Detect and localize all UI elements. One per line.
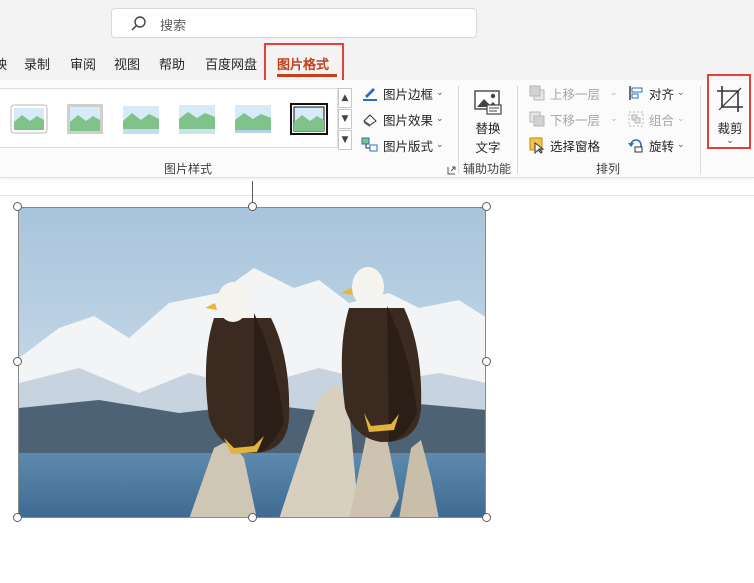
tab-insert[interactable]: 映 [0,54,7,73]
resize-handle-bottom[interactable] [248,513,257,522]
align-icon [629,86,643,100]
resize-handle-left[interactable] [13,357,22,366]
tab-record[interactable]: 录制 [24,54,50,73]
alt-text-button[interactable]: 替换 文字 [466,88,510,156]
chevron-down-icon: ⌄ [677,88,685,98]
picture-border-label: 图片边框 [383,86,434,102]
picture-border-icon [363,88,377,101]
selection-pane-icon [529,137,545,154]
bring-forward-label: 上移一层 [550,86,601,102]
rotate-icon [628,139,643,153]
gallery-scroll-down[interactable]: ▼ [338,109,352,129]
group-separator [700,86,701,174]
align-button[interactable]: 对齐 ⌄ [627,82,685,104]
gallery-scroll-up[interactable]: ▲ [338,88,352,108]
rotate-button[interactable]: 旋转 ⌄ [627,134,685,156]
tab-review[interactable]: 审阅 [70,54,96,73]
group-objects-label: 组合 [649,112,675,128]
alt-text-label-line1: 替换 [475,121,501,136]
group-separator [458,86,459,174]
picture-style-thumb-3[interactable] [122,103,160,135]
picture-effects-label: 图片效果 [383,112,434,128]
picture-style-thumb-2[interactable] [66,103,104,135]
selected-picture-eagles[interactable] [18,207,486,518]
picture-effects-icon [363,114,377,127]
eagles-photo [19,208,485,517]
group-separator [517,86,518,174]
align-label: 对齐 [649,86,675,102]
picture-style-thumb-6[interactable] [290,103,328,135]
picture-layout-button[interactable]: 图片版式 ⌄ [361,134,444,156]
alt-text-icon [474,90,502,115]
picture-styles-gallery [0,88,338,148]
chevron-down-icon: ⌄ [677,140,685,150]
tab-view[interactable]: 视图 [114,54,140,73]
group-objects-button[interactable]: 组合 ⌄ [627,108,685,130]
resize-handle-top-right[interactable] [482,202,491,211]
ribbon-tabs: 映 录制 审阅 视图 帮助 百度网盘 图片格式 [0,46,754,80]
gallery-expand[interactable]: ▼ [338,130,352,150]
tab-help[interactable]: 帮助 [159,54,185,73]
bring-forward-icon [529,85,545,101]
rotate-label: 旋转 [649,138,675,154]
picture-layout-label: 图片版式 [383,138,434,154]
resize-handle-top[interactable] [248,202,257,211]
highlight-box-picture-format-tab [264,43,344,84]
resize-handle-bottom-right[interactable] [482,513,491,522]
chevron-down-icon: ⌄ [610,114,618,124]
selection-pane-label: 选择窗格 [550,138,601,154]
chevron-down-icon: ⌄ [436,88,444,98]
group-label-accessibility: 辅助功能 [463,162,512,176]
alt-text-label-line2: 文字 [475,140,501,155]
group-objects-icon [628,111,644,127]
picture-layout-icon [361,137,378,152]
picture-style-thumb-1[interactable] [10,103,48,135]
tab-baidu-netdisk[interactable]: 百度网盘 [205,54,257,73]
chevron-down-icon: ⌄ [677,114,685,124]
selection-pane-button[interactable]: 选择窗格 [528,134,600,156]
group-label-arrange: 排列 [596,162,621,176]
resize-handle-top-left[interactable] [13,202,22,211]
resize-handle-right[interactable] [482,357,491,366]
picture-border-button[interactable]: 图片边框 ⌄ [361,82,444,104]
picture-style-thumb-4[interactable] [178,103,216,135]
chevron-down-icon: ⌄ [436,140,444,150]
resize-handle-bottom-left[interactable] [13,513,22,522]
search-icon [131,16,146,31]
chevron-down-icon: ⌄ [610,88,618,98]
picture-effects-button[interactable]: 图片效果 ⌄ [361,108,444,130]
send-backward-button[interactable]: 下移一层 ⌄ [528,108,618,130]
chevron-down-icon: ⌄ [436,114,444,124]
highlight-box-crop [707,74,751,149]
group-label-picture-styles: 图片样式 [164,162,213,176]
picture-style-thumb-5[interactable] [234,103,272,135]
send-backward-icon [529,111,545,127]
search-box[interactable]: 搜索 [111,8,477,38]
bring-forward-button[interactable]: 上移一层 ⌄ [528,82,618,104]
search-placeholder: 搜索 [160,19,187,34]
send-backward-label: 下移一层 [550,112,601,128]
dialog-launcher-icon[interactable] [447,166,456,175]
